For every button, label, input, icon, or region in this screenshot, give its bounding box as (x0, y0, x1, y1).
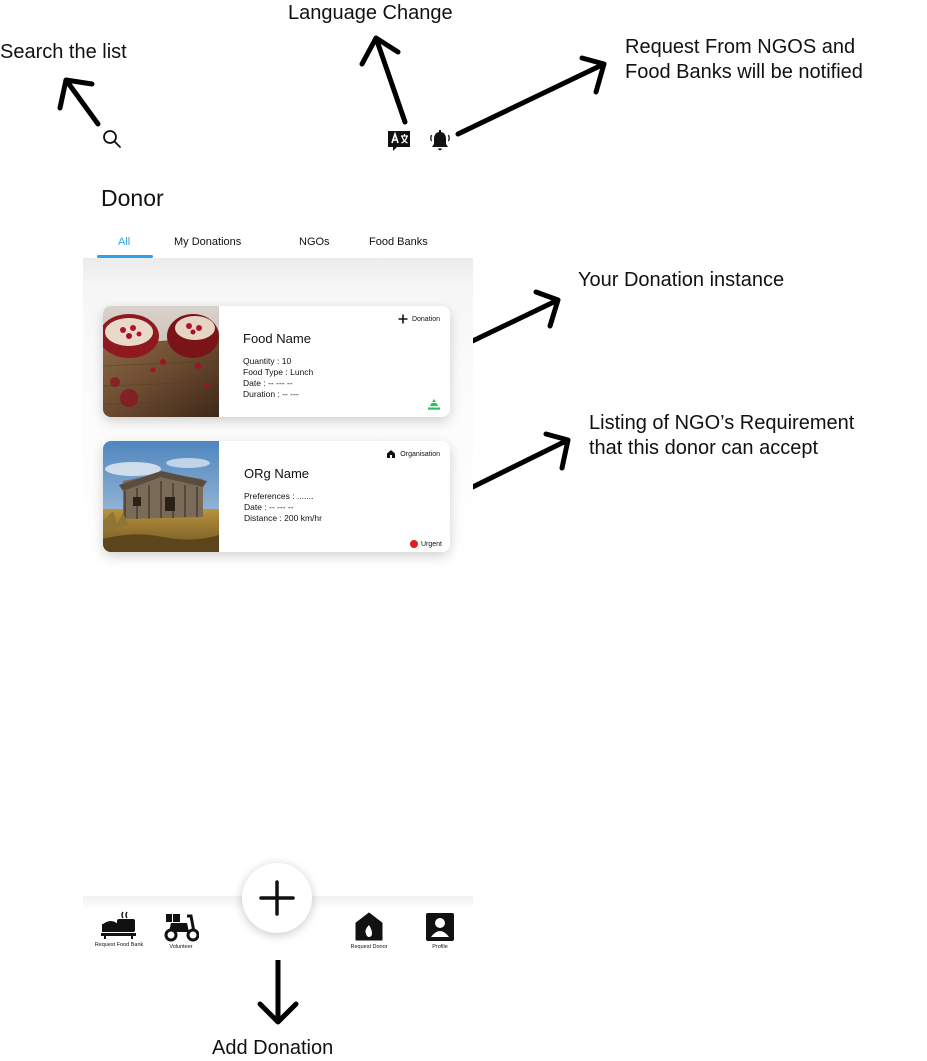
nav-request-donor[interactable]: Request Donor (345, 912, 393, 950)
nav-volunteer-label: Volunteer (169, 944, 193, 950)
donation-date: Date : -- --- -- (243, 378, 293, 388)
annotation-requests-line-1: Request From NGOS and (625, 36, 856, 58)
annotation-requests-line-2: Food Banks will be notified (625, 61, 863, 83)
bell-icon[interactable] (429, 129, 451, 153)
nav-profile[interactable]: Profile (423, 912, 457, 950)
annotation-ngo-listing: Listing of NGO’s Requirement that this d… (589, 411, 854, 461)
add-donation-button[interactable] (242, 863, 312, 933)
food-name: Food Name (243, 331, 311, 346)
urgent-badge: Urgent (409, 540, 442, 548)
tab-bar: All My Donations NGOs Food Banks (83, 230, 473, 258)
translate-icon[interactable] (387, 130, 411, 152)
nav-request-food-bank[interactable]: Request Food Bank (89, 910, 149, 948)
donation-tag-label: Donation (411, 315, 440, 323)
org-preferences: Preferences : ....... (244, 491, 314, 501)
org-distance: Distance : 200 km/hr (244, 513, 322, 523)
annotation-ngo-line-2: that this donor can accept (589, 437, 819, 459)
org-name: ORg Name (244, 466, 310, 481)
annotation-search: Search the list (0, 41, 127, 63)
donation-tag: Donation (398, 314, 440, 324)
nav-request-donor-label: Request Donor (350, 944, 388, 950)
donation-quantity: Quantity : 10 (243, 356, 292, 366)
donation-card[interactable]: Food Name Quantity : 10 Food Type : Lunc… (103, 306, 450, 417)
organisation-tag: Organisation (386, 449, 440, 459)
plus-icon (398, 314, 408, 324)
food-bank-icon (101, 911, 136, 939)
page-title: Donor (101, 185, 164, 211)
organisation-card[interactable]: ORg Name Preferences : ....... Date : --… (103, 441, 450, 552)
triangle-stack-icon (428, 399, 440, 410)
tab-all[interactable]: All (118, 236, 130, 248)
plus-icon (259, 880, 295, 916)
annotation-donation-instance: Your Donation instance (578, 269, 785, 291)
scooter-icon (164, 914, 199, 942)
nav-profile-label: Profile (432, 944, 448, 950)
urgent-label: Urgent (420, 540, 442, 548)
annotation-language: Language Change (288, 2, 453, 24)
search-icon[interactable] (102, 129, 122, 149)
annotation-ngo-line-1: Listing of NGO’s Requirement (589, 412, 855, 434)
donation-duration: Duration : -- --- (243, 389, 299, 399)
tab-food-banks[interactable]: Food Banks (369, 236, 428, 248)
annotation-add-donation: Add Donation (212, 1037, 334, 1059)
org-date: Date : -- --- -- (244, 502, 294, 512)
urgent-dot-icon (409, 540, 418, 548)
nav-request-food-bank-label: Request Food Bank (94, 942, 144, 948)
home-icon (387, 450, 396, 458)
organisation-photo (103, 441, 219, 552)
organisation-tag-label: Organisation (400, 450, 440, 458)
tab-ngos[interactable]: NGOs (299, 236, 330, 248)
food-photo (103, 306, 220, 417)
house-flame-icon (355, 912, 383, 941)
annotation-requests: Request From NGOS and Food Banks will be… (625, 35, 863, 85)
profile-icon (426, 913, 454, 941)
nav-volunteer[interactable]: Volunteer (161, 912, 201, 950)
tab-my-donations[interactable]: My Donations (174, 236, 241, 248)
donation-food-type: Food Type : Lunch (243, 367, 314, 377)
